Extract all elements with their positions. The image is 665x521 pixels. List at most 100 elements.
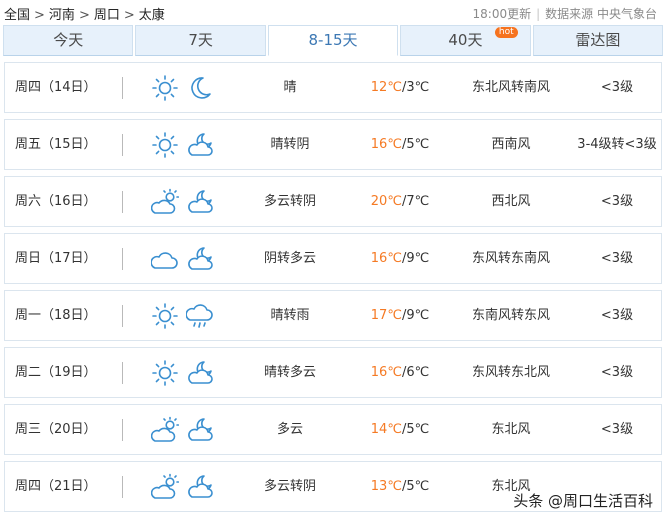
divider [122, 191, 123, 213]
temp-high: 14℃ [370, 422, 402, 437]
tab-40-days[interactable]: 40天 hot [400, 25, 531, 56]
temperature: 16℃/6℃ [350, 348, 450, 397]
wind-direction: 东风转东南风 [471, 251, 550, 266]
tab-label: 今天 [53, 31, 84, 49]
moon-cloud-icon [186, 359, 214, 387]
temperature: 17℃/9℃ [350, 291, 450, 340]
breadcrumb-county: 太康 [138, 8, 165, 23]
tab-label: 雷达图 [575, 31, 621, 49]
day-label: 周四（14日） [15, 80, 97, 95]
tab-8-15-days[interactable]: 8-15天 [267, 25, 399, 56]
weather-description: 阴转多云 [263, 251, 316, 266]
moon-cloud-icon [186, 245, 214, 273]
weather-description: 晴转阴 [270, 137, 310, 152]
weather-description: 多云转阴 [263, 194, 316, 209]
temperature: 16℃/5℃ [350, 120, 450, 169]
wind-level: <3级 [600, 422, 634, 437]
temp-high: 16℃ [370, 365, 402, 380]
temp-high: 12℃ [370, 80, 402, 95]
day-label: 周五（15日） [15, 137, 97, 152]
sun-cloud-icon [150, 473, 180, 501]
sun-icon [151, 359, 179, 387]
divider [122, 77, 123, 99]
cloud-icon [150, 245, 179, 273]
update-time: 18:00更新 [472, 7, 532, 21]
temperature: 14℃/5℃ [350, 405, 450, 454]
breadcrumb-nation[interactable]: 全国 [4, 8, 30, 23]
weather-description: 晴转多云 [263, 365, 316, 380]
temperature: 12℃/3℃ [350, 63, 450, 112]
day-label: 周六（16日） [15, 194, 97, 209]
temp-high: 16℃ [370, 137, 402, 152]
day-label: 周三（20日） [15, 422, 97, 437]
tab-7-days[interactable]: 7天 [135, 25, 266, 56]
tab-today[interactable]: 今天 [3, 25, 134, 56]
forecast-row: 周一（18日） 晴转雨 17℃/9℃ 东南风转东风 <3级 [4, 290, 662, 341]
forecast-row: 周六（16日） 多云转阴 20℃/7℃ 西北风 <3级 [4, 176, 662, 227]
temp-low: /3℃ [401, 80, 430, 95]
weather-description: 多云转阴 [263, 479, 316, 494]
temp-high: 16℃ [370, 251, 402, 266]
day-label: 周日（17日） [15, 251, 97, 266]
moon-cloud-icon [186, 131, 214, 159]
breadcrumb-city[interactable]: 周口 [94, 8, 120, 23]
moon-cloud-icon [186, 188, 214, 216]
wind-level: <3级 [600, 251, 634, 266]
day-label: 周二（19日） [15, 365, 97, 380]
moon-icon [186, 74, 214, 102]
sun-icon [151, 74, 179, 102]
wind-level: <3级 [600, 308, 634, 323]
watermark: 头条 @周口生活百科 [513, 492, 653, 510]
sun-cloud-icon [150, 188, 180, 216]
forecast-tabs: 今天 7天 8-15天 40天 hot 雷达图 [3, 25, 664, 56]
divider [122, 419, 123, 441]
forecast-row: 周日（17日） 阴转多云 16℃/9℃ 东风转东南风 <3级 [4, 233, 662, 284]
divider [122, 305, 123, 327]
weather-description: 晴转雨 [270, 308, 310, 323]
sun-icon [151, 131, 179, 159]
day-label: 周四（21日） [15, 479, 97, 494]
weather-description: 晴 [283, 80, 297, 95]
forecast-row: 周三（20日） 多云 14℃/5℃ 东北风 <3级 [4, 404, 662, 455]
wind-level: 3-4级转<3级 [577, 137, 657, 152]
divider [122, 362, 123, 384]
sun-icon [151, 302, 179, 330]
temp-high: 13℃ [370, 479, 402, 494]
wind-direction: 西北风 [491, 194, 531, 209]
wind-direction: 东风转东北风 [471, 365, 550, 380]
tab-label: 7天 [188, 31, 213, 49]
tab-radar[interactable]: 雷达图 [532, 25, 664, 56]
divider [122, 248, 123, 270]
temp-low: /9℃ [401, 251, 430, 266]
temp-low: /6℃ [401, 365, 430, 380]
divider [122, 134, 123, 156]
divider [122, 476, 123, 498]
wind-level: <3级 [600, 365, 634, 380]
temperature: 13℃/5℃ [350, 462, 450, 511]
data-source: 数据来源 中央气象台 [545, 7, 657, 21]
breadcrumb: 全国 > 河南 > 周口 > 太康 [4, 8, 165, 23]
temp-low: /5℃ [401, 137, 430, 152]
temperature: 20℃/7℃ [350, 177, 450, 226]
temperature: 16℃/9℃ [350, 234, 450, 283]
update-info: 18:00更新 | 数据来源 中央气象台 [472, 7, 657, 21]
wind-level: <3级 [600, 194, 634, 209]
sun-cloud-icon [150, 416, 180, 444]
forecast-row: 周五（15日） 晴转阴 16℃/5℃ 西南风 3-4级转<3级 [4, 119, 662, 170]
wind-direction: 东北风 [491, 422, 531, 437]
wind-direction: 东北风转南风 [471, 80, 550, 95]
forecast-list: 周四（14日）晴 12℃/3℃ 东北风转南风 <3级 周五（15日） 晴转阴 16℃/5℃ 西… [4, 62, 662, 518]
forecast-row: 周二（19日） 晴转多云 16℃/6℃ 东风转东北风 <3级 [4, 347, 662, 398]
hot-badge: hot [494, 27, 518, 38]
wind-level: <3级 [600, 80, 634, 95]
temp-high: 17℃ [370, 308, 402, 323]
wind-direction: 东南风转东风 [471, 308, 550, 323]
rain-icon [185, 302, 214, 330]
temp-low: /5℃ [401, 422, 430, 437]
moon-cloud-icon [186, 416, 214, 444]
tab-label: 8-15天 [308, 31, 358, 49]
wind-direction: 西南风 [491, 137, 531, 152]
breadcrumb-province[interactable]: 河南 [49, 8, 75, 23]
tab-label: 40天 [448, 31, 483, 49]
temp-low: /7℃ [401, 194, 430, 209]
